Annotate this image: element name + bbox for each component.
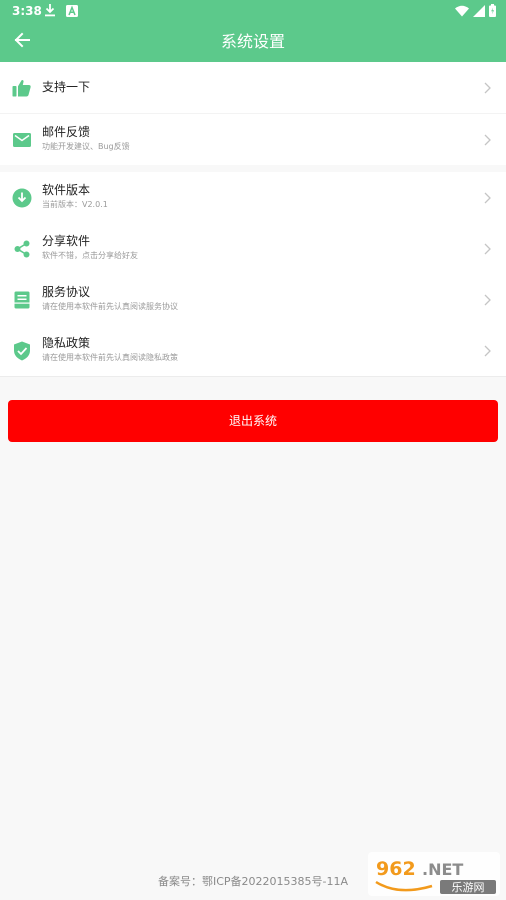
status-bar: 3:38 — [0, 0, 506, 22]
divider — [0, 376, 506, 377]
chevron-right-icon — [482, 80, 492, 94]
support-title: 支持一下 — [42, 80, 91, 94]
privacy-subtitle: 请在使用本软件前先认真阅读隐私政策 — [42, 353, 178, 362]
settings-row-share[interactable]: 分享软件 软件不错，点击分享给好友 — [0, 223, 506, 274]
chevron-right-icon — [482, 190, 492, 204]
watermark-logo: 962 .NET 乐游网 — [368, 852, 500, 896]
a-icon — [66, 2, 78, 21]
chevron-right-icon — [482, 343, 492, 357]
settings-row-terms[interactable]: 服务协议 请在使用本软件前先认真阅读服务协议 — [0, 274, 506, 325]
share-icon — [12, 239, 32, 259]
status-time: 3:38 — [12, 4, 42, 18]
mail-icon — [12, 130, 32, 150]
version-title: 软件版本 — [42, 183, 91, 197]
settings-row-privacy[interactable]: 隐私政策 请在使用本软件前先认真阅读隐私政策 — [0, 325, 506, 376]
settings-row-feedback[interactable]: 邮件反馈 功能开发建议、Bug反馈 — [0, 114, 506, 165]
settings-group-top: 支持一下 邮件反馈 功能开发建议、Bug反馈 — [0, 62, 506, 165]
status-left-icons — [44, 3, 78, 19]
feedback-title: 邮件反馈 — [42, 125, 91, 139]
arrow-left-icon — [13, 31, 31, 53]
chevron-right-icon — [482, 132, 492, 146]
app-bar: 系统设置 — [0, 22, 506, 62]
download-circle-icon — [12, 188, 32, 208]
svg-text:乐游网: 乐游网 — [452, 881, 485, 894]
chevron-right-icon — [482, 241, 492, 255]
document-icon — [12, 290, 32, 310]
chevron-right-icon — [482, 292, 492, 306]
status-right-icons — [455, 3, 496, 19]
privacy-title: 隐私政策 — [42, 336, 91, 350]
settings-row-version[interactable]: 软件版本 当前版本：V2.0.1 — [0, 172, 506, 223]
feedback-subtitle: 功能开发建议、Bug反馈 — [42, 142, 130, 151]
svg-text:.NET: .NET — [422, 860, 463, 879]
svg-text:962: 962 — [376, 858, 416, 880]
share-subtitle: 软件不错，点击分享给好友 — [42, 251, 138, 260]
terms-title: 服务协议 — [42, 285, 91, 299]
thumbs-up-icon — [12, 78, 32, 98]
signal-icon — [473, 2, 485, 21]
logout-button[interactable]: 退出系统 — [8, 400, 498, 442]
page-title: 系统设置 — [220, 32, 285, 51]
wifi-icon — [455, 2, 469, 21]
settings-row-support[interactable]: 支持一下 — [0, 62, 506, 113]
back-button[interactable] — [8, 28, 36, 56]
share-title: 分享软件 — [42, 234, 91, 248]
download-icon — [44, 2, 56, 21]
terms-subtitle: 请在使用本软件前先认真阅读服务协议 — [42, 302, 178, 311]
settings-group-bottom: 软件版本 当前版本：V2.0.1 分享软件 软件不错，点击分享给好友 服务协议 … — [0, 172, 506, 377]
battery-icon — [489, 2, 496, 21]
version-subtitle: 当前版本：V2.0.1 — [42, 200, 108, 209]
shield-check-icon — [12, 341, 32, 361]
